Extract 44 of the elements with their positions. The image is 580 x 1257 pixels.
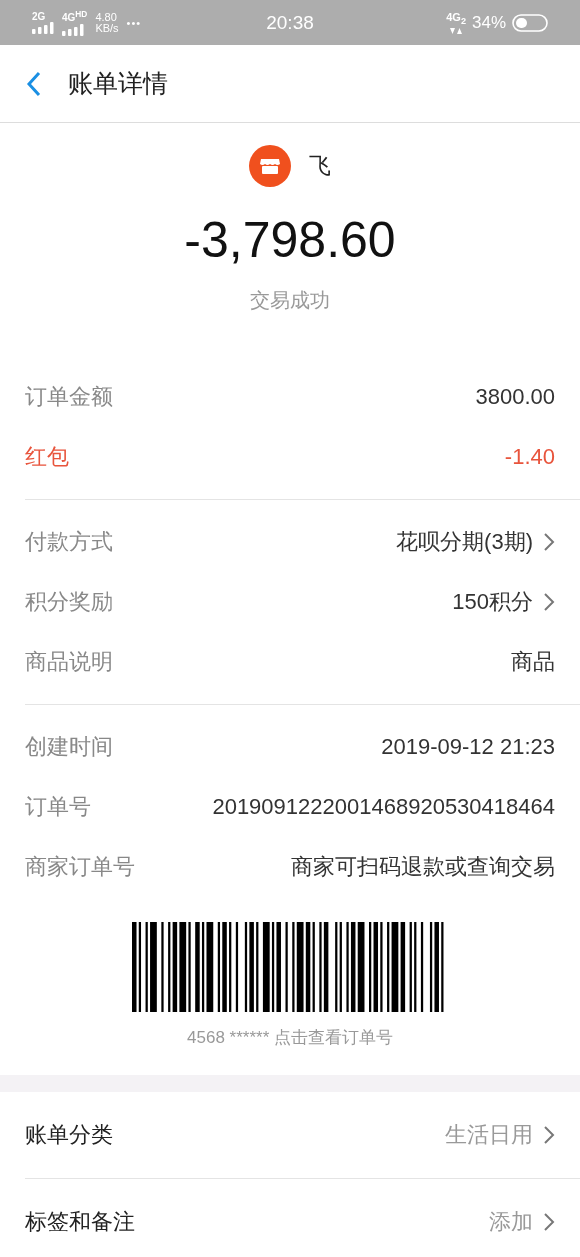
row-label: 商品说明 bbox=[25, 648, 113, 676]
network-speed: 4.80 bbox=[95, 11, 118, 23]
chevron-right-icon bbox=[543, 532, 555, 552]
row-value: 花呗分期(3期) bbox=[396, 528, 533, 556]
transaction-status: 交易成功 bbox=[250, 288, 330, 313]
amount: -3,798.60 bbox=[184, 211, 396, 270]
barcode-caption[interactable]: 4568 ****** 点击查看订单号 bbox=[187, 1026, 393, 1050]
back-button[interactable] bbox=[26, 70, 42, 97]
signal-label: 4G$^{HD}$ bbox=[62, 9, 88, 24]
row-label: 红包 bbox=[25, 443, 69, 471]
clock: 20:38 bbox=[266, 11, 314, 33]
signal-label: 2G bbox=[32, 11, 46, 22]
battery-icon bbox=[512, 13, 548, 32]
merchant-name: 飞 bbox=[309, 152, 331, 180]
row-value: -1.40 bbox=[504, 444, 555, 470]
row-value: 3800.00 bbox=[475, 384, 555, 410]
battery-percent: 34% bbox=[471, 12, 506, 33]
signal-icon bbox=[32, 22, 54, 34]
row-label: 商家订单号 bbox=[25, 853, 135, 881]
signal-icon bbox=[62, 23, 84, 36]
chevron-right-icon bbox=[543, 1125, 555, 1145]
row-value: 2019-09-12 21:23 bbox=[381, 734, 555, 760]
speed-unit: KB/s bbox=[95, 22, 119, 34]
back-icon bbox=[26, 70, 42, 97]
data-arrows-icon bbox=[449, 27, 464, 34]
row-label: 订单金额 bbox=[25, 383, 113, 411]
row-label: 积分奖励 bbox=[25, 588, 113, 616]
row-value: 2019091222001468920530418464 bbox=[212, 794, 555, 820]
row-label: 账单分类 bbox=[25, 1121, 113, 1149]
row-value: 150积分 bbox=[452, 588, 533, 616]
chevron-right-icon bbox=[543, 592, 555, 612]
more-notifications: ••• bbox=[126, 16, 142, 29]
row-label: 标签和备注 bbox=[25, 1208, 135, 1236]
page-title: 账单详情 bbox=[68, 68, 168, 99]
row-label: 订单号 bbox=[25, 793, 91, 821]
row-value: 商品 bbox=[511, 648, 555, 676]
network-type: 4G$_{2}$ bbox=[446, 11, 466, 28]
chevron-right-icon bbox=[543, 1212, 555, 1232]
row-value: 生活日用 bbox=[445, 1121, 533, 1149]
row-label: 付款方式 bbox=[25, 528, 113, 556]
row-value: 添加 bbox=[489, 1208, 533, 1236]
shop-icon bbox=[249, 145, 291, 187]
row-label: 创建时间 bbox=[25, 733, 113, 761]
row-value: 商家可扫码退款或查询交易 bbox=[291, 853, 555, 881]
